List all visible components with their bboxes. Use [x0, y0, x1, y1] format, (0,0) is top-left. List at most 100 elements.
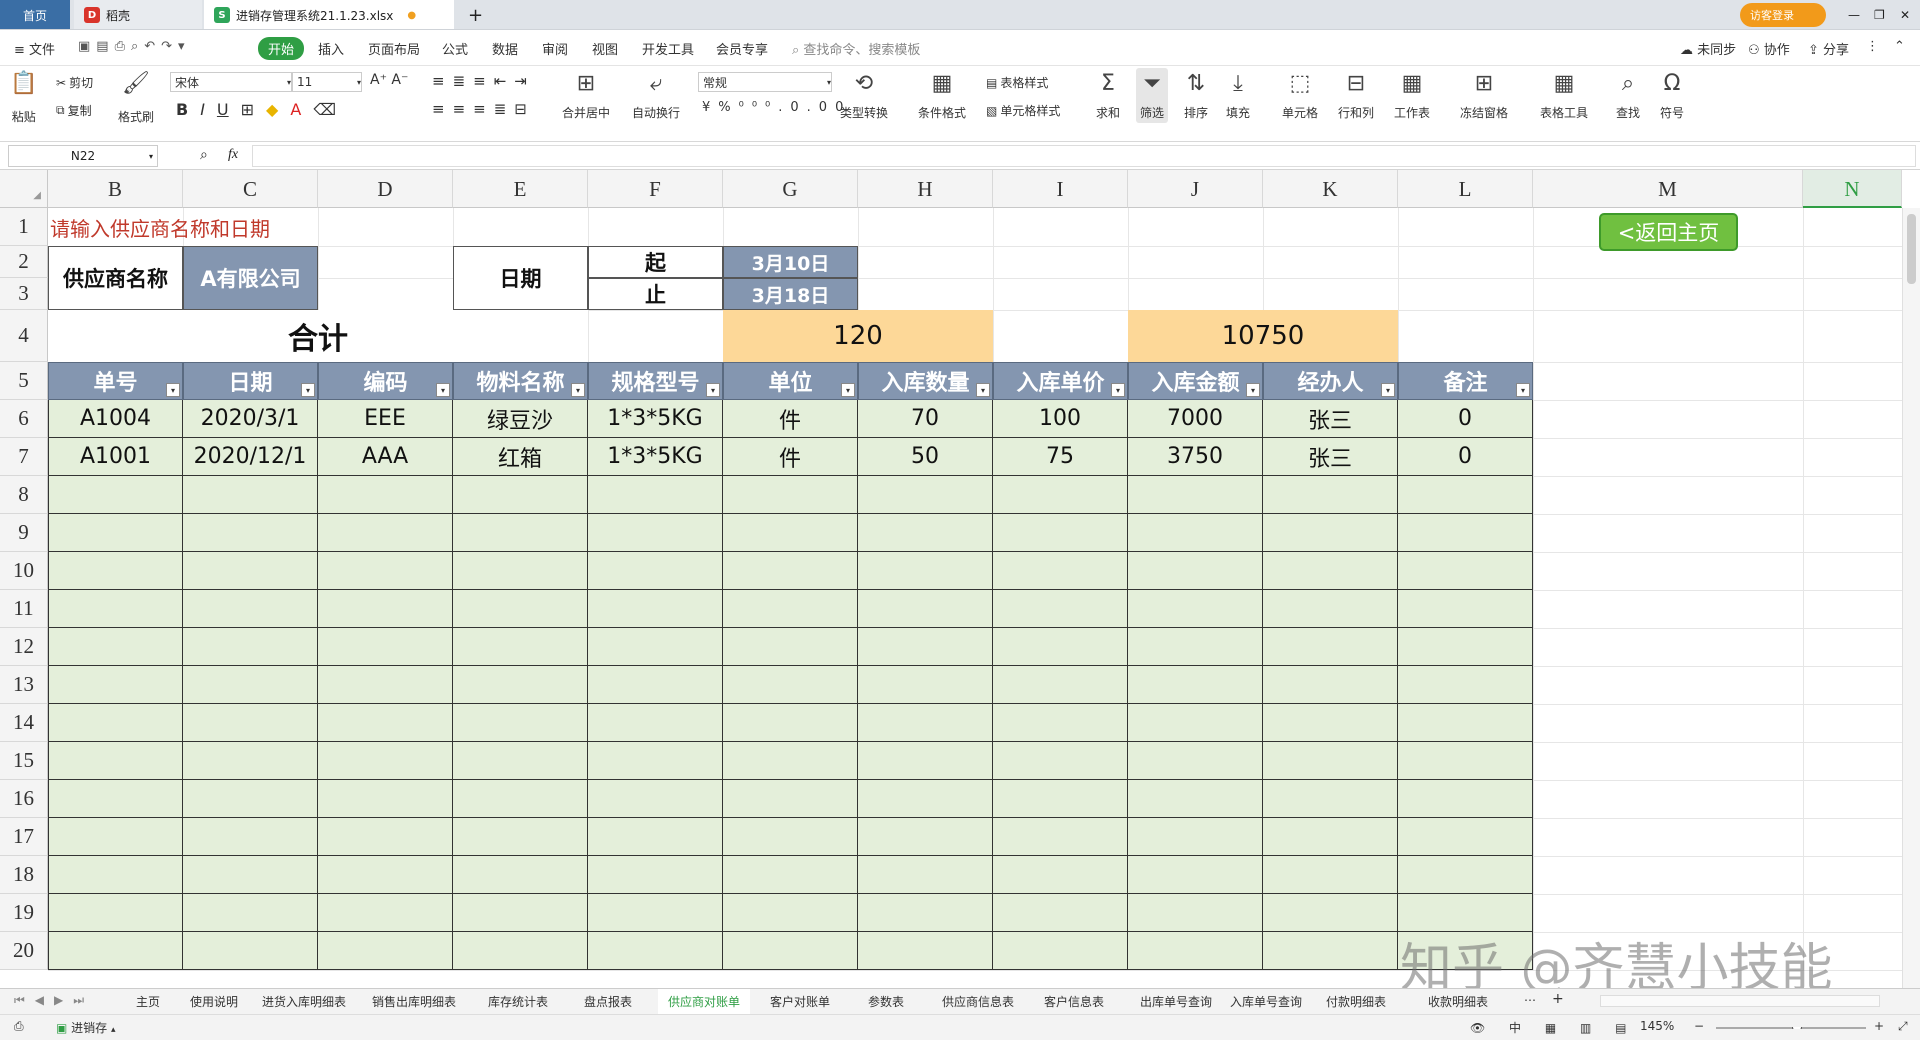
- table-cell[interactable]: [318, 514, 453, 552]
- table-cell[interactable]: [588, 666, 723, 704]
- table-cell[interactable]: [183, 780, 318, 818]
- bold-icon[interactable]: B: [176, 100, 188, 119]
- table-header-cell[interactable]: 规格型号 ▾: [588, 362, 723, 400]
- menu-formula[interactable]: 公式: [442, 39, 468, 58]
- row-header-3[interactable]: 3: [0, 278, 48, 310]
- table-cell[interactable]: [183, 628, 318, 666]
- table-cell[interactable]: [1263, 742, 1398, 780]
- table-header-cell[interactable]: 经办人 ▾: [1263, 362, 1398, 400]
- table-cell[interactable]: [48, 666, 183, 704]
- tab-daoke[interactable]: D 稻壳: [74, 0, 202, 29]
- table-cell[interactable]: [993, 856, 1128, 894]
- table-cell[interactable]: [588, 780, 723, 818]
- table-cell[interactable]: [48, 552, 183, 590]
- table-cell[interactable]: [1263, 704, 1398, 742]
- table-cell[interactable]: [1128, 476, 1263, 514]
- table-cell[interactable]: [858, 666, 993, 704]
- table-cell[interactable]: 张三: [1263, 438, 1398, 476]
- table-cell[interactable]: [993, 742, 1128, 780]
- font-color-icon[interactable]: A: [290, 100, 301, 119]
- table-cell[interactable]: [858, 628, 993, 666]
- zoom-formula-icon[interactable]: ⌕: [200, 147, 208, 163]
- table-header-cell[interactable]: 单号 ▾: [48, 362, 183, 400]
- table-cell[interactable]: [183, 742, 318, 780]
- wrap-text-button[interactable]: ⤶ 自动换行: [632, 70, 680, 121]
- sheet-tab[interactable]: 销售出库明细表: [372, 993, 456, 1010]
- table-cell[interactable]: [318, 704, 453, 742]
- fx-icon[interactable]: fx: [228, 147, 238, 163]
- table-cell[interactable]: [48, 856, 183, 894]
- more-sheets-icon[interactable]: ⋯: [1524, 993, 1536, 1007]
- table-cell[interactable]: [48, 780, 183, 818]
- table-cell[interactable]: 0: [1398, 438, 1533, 476]
- table-cell[interactable]: [318, 476, 453, 514]
- copy-button[interactable]: ⧉ 复制: [56, 102, 92, 119]
- fill-button[interactable]: ⤓ 填充: [1226, 70, 1250, 121]
- row-header-2[interactable]: 2: [0, 246, 48, 278]
- table-cell[interactable]: 75: [993, 438, 1128, 476]
- back-home-button[interactable]: <返回主页: [1599, 213, 1738, 251]
- table-cell[interactable]: [723, 628, 858, 666]
- table-cell[interactable]: [1263, 894, 1398, 932]
- row-header-12[interactable]: 12: [0, 628, 48, 666]
- table-cell[interactable]: A1001: [48, 438, 183, 476]
- table-cell[interactable]: [48, 476, 183, 514]
- sheet-tab[interactable]: 收款明细表: [1428, 993, 1488, 1010]
- table-cell[interactable]: [858, 780, 993, 818]
- table-cell[interactable]: [1128, 856, 1263, 894]
- zoom-in-icon[interactable]: +: [1874, 1019, 1884, 1033]
- table-cell[interactable]: [48, 742, 183, 780]
- table-tools-button[interactable]: ▦ 表格工具: [1540, 70, 1588, 121]
- table-cell[interactable]: [183, 932, 318, 970]
- table-cell[interactable]: [1398, 856, 1533, 894]
- row-header-15[interactable]: 15: [0, 742, 48, 780]
- sheet-tab[interactable]: 供应商对账单: [658, 989, 751, 1014]
- row-header-10[interactable]: 10: [0, 552, 48, 590]
- table-cell[interactable]: [1263, 932, 1398, 970]
- filter-dropdown-icon[interactable]: ▾: [301, 383, 315, 397]
- close-icon[interactable]: ✕: [1890, 0, 1920, 29]
- table-header-cell[interactable]: 入库单价 ▾: [993, 362, 1128, 400]
- table-cell[interactable]: [183, 818, 318, 856]
- table-cell[interactable]: [48, 628, 183, 666]
- filter-dropdown-icon[interactable]: ▾: [706, 383, 720, 397]
- table-cell[interactable]: [858, 704, 993, 742]
- table-cell[interactable]: [48, 894, 183, 932]
- table-cell[interactable]: [318, 742, 453, 780]
- conditional-format-button[interactable]: ▦ 条件格式: [918, 70, 966, 121]
- collapse-ribbon-icon[interactable]: ⌃: [1894, 39, 1905, 54]
- tab-home[interactable]: 首页: [0, 0, 70, 29]
- column-header-k[interactable]: K: [1263, 170, 1398, 208]
- table-cell[interactable]: [48, 704, 183, 742]
- table-cell[interactable]: [723, 514, 858, 552]
- number-format-select[interactable]: 常规 ▾: [698, 72, 832, 92]
- table-cell[interactable]: [723, 704, 858, 742]
- formula-input[interactable]: [252, 145, 1916, 167]
- table-cell[interactable]: [993, 590, 1128, 628]
- table-cell[interactable]: [453, 818, 588, 856]
- row-header-11[interactable]: 11: [0, 590, 48, 628]
- table-cell[interactable]: [1398, 628, 1533, 666]
- table-cell[interactable]: [723, 932, 858, 970]
- sheet-tab[interactable]: 出库单号查询: [1140, 993, 1212, 1010]
- sum-button[interactable]: Σ 求和: [1096, 70, 1120, 121]
- table-cell[interactable]: [723, 552, 858, 590]
- sheet-tab[interactable]: 客户信息表: [1044, 993, 1104, 1010]
- table-cell[interactable]: 2020/3/1: [183, 400, 318, 438]
- table-cell[interactable]: [1128, 590, 1263, 628]
- sync-status[interactable]: ☁ 未同步: [1680, 39, 1736, 58]
- table-cell[interactable]: [1263, 514, 1398, 552]
- sheet-tab[interactable]: 盘点报表: [584, 993, 632, 1010]
- row-header-8[interactable]: 8: [0, 476, 48, 514]
- command-search[interactable]: ⌕ 查找命令、搜索模板: [792, 39, 920, 58]
- sheet-tab[interactable]: 进货入库明细表: [262, 993, 346, 1010]
- column-header-m[interactable]: M: [1533, 170, 1803, 208]
- table-cell[interactable]: [723, 590, 858, 628]
- row-header-7[interactable]: 7: [0, 438, 48, 476]
- table-cell[interactable]: [858, 818, 993, 856]
- table-cell[interactable]: [453, 590, 588, 628]
- row-header-6[interactable]: 6: [0, 400, 48, 438]
- column-header-f[interactable]: F: [588, 170, 723, 208]
- row-header-14[interactable]: 14: [0, 704, 48, 742]
- row-header-20[interactable]: 20: [0, 932, 48, 970]
